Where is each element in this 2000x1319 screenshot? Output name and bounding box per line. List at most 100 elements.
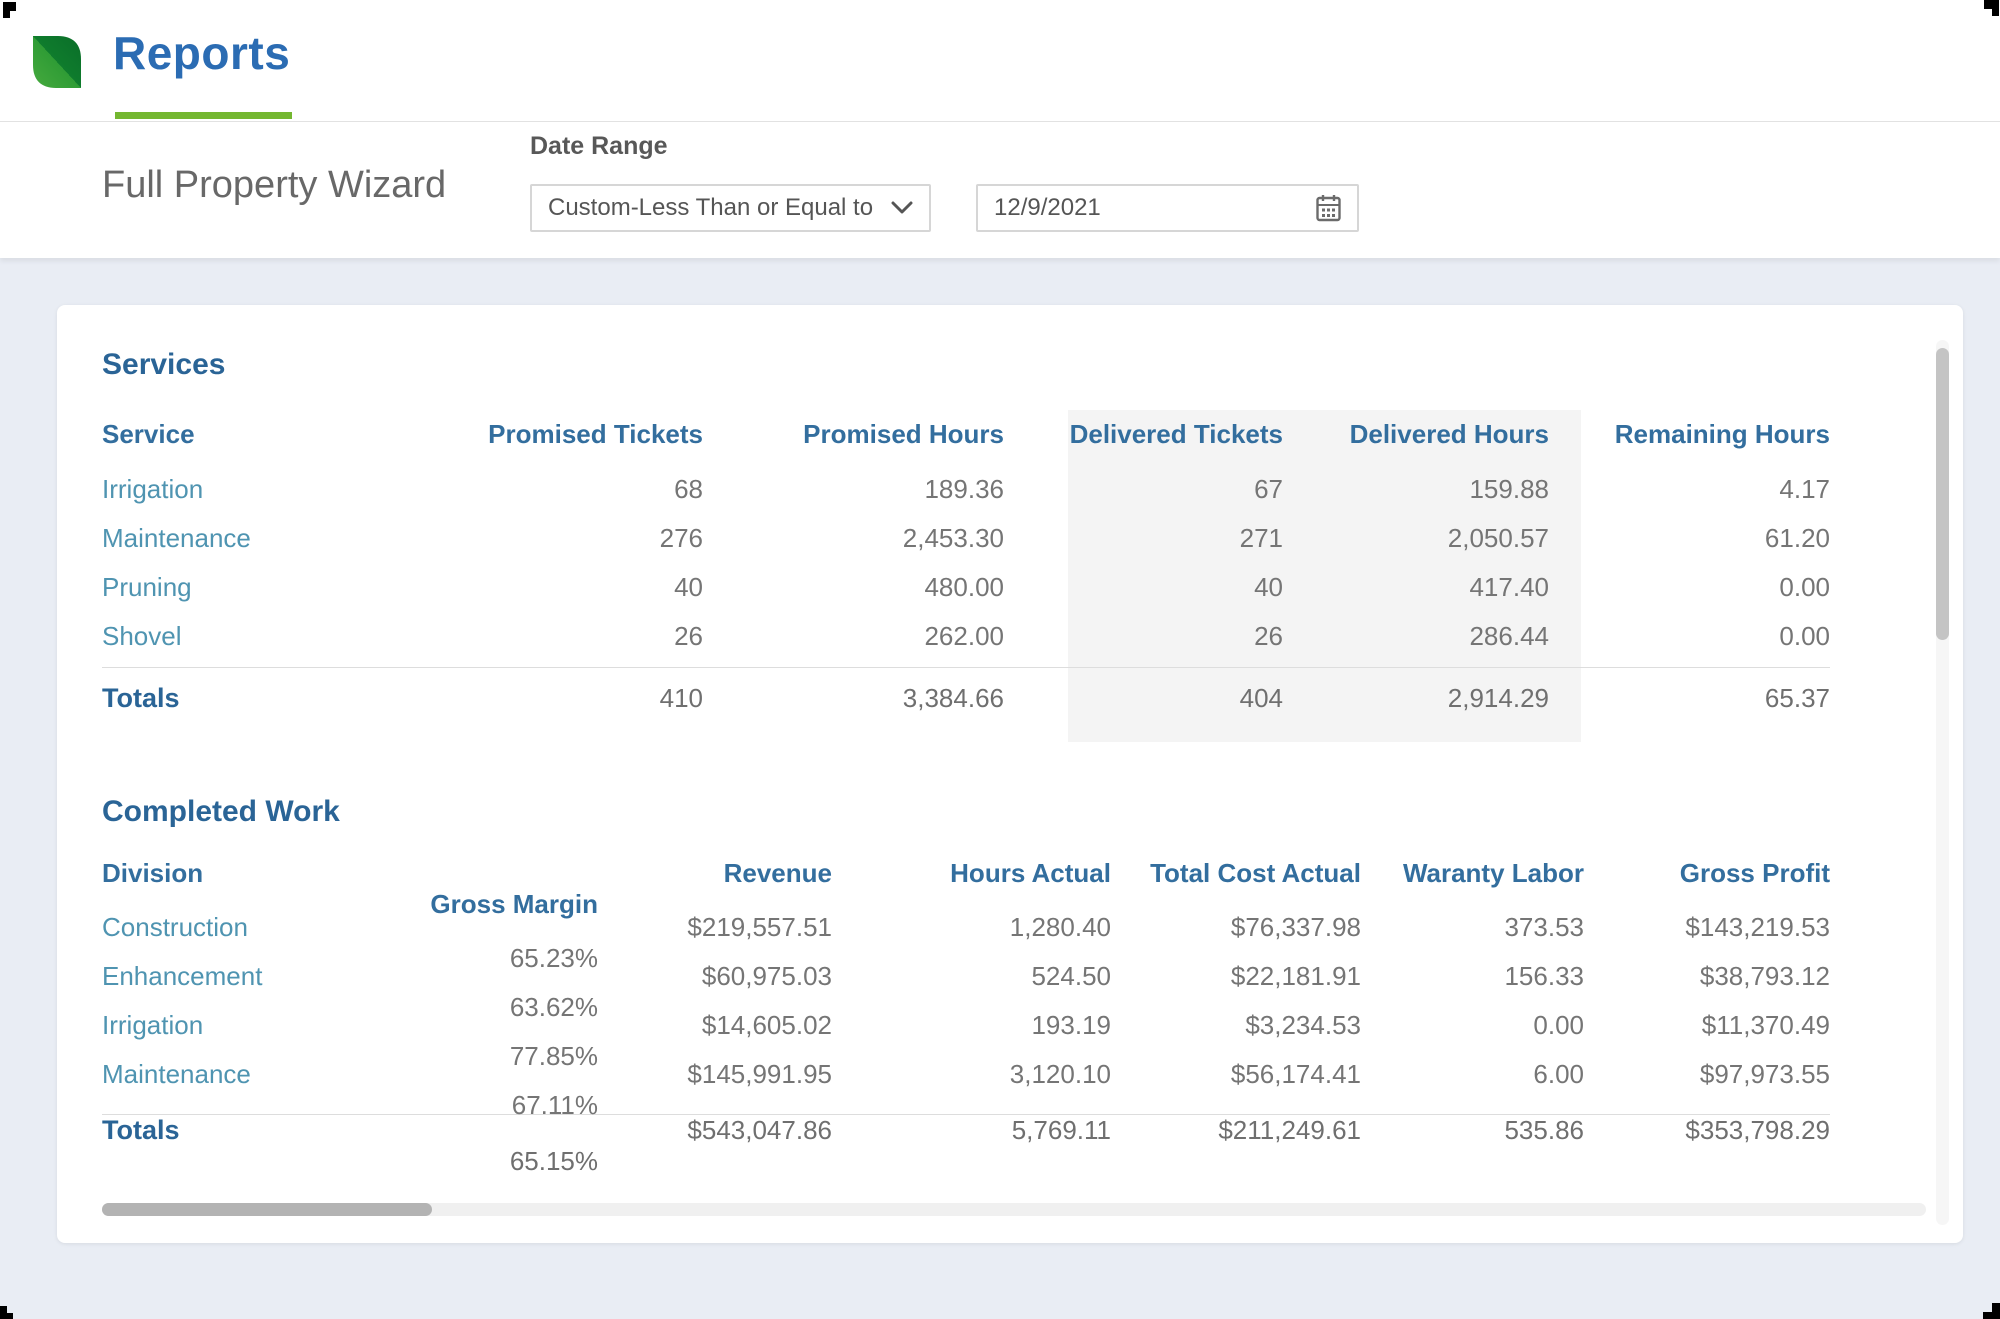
services-section-title: Services	[102, 347, 1830, 383]
date-range-label: Date Range	[530, 132, 668, 161]
cell-remaining-hours: 4.17	[1549, 474, 1830, 505]
date-value: 12/9/2021	[994, 194, 1101, 222]
column-header-delivered-hours: Delivered Hours	[1283, 419, 1549, 450]
completed-work-header-row: Division Revenue Hours Actual Total Cost…	[102, 858, 1830, 904]
leaf-logo-icon	[30, 33, 84, 91]
division-link[interactable]: Construction	[102, 912, 248, 942]
report-card: Services Service Promised Tickets Promis…	[57, 305, 1963, 1243]
table-row: Shovel 26 262.00 26 286.44 0.00	[102, 612, 1830, 661]
report-toolbar: Full Property Wizard Date Range Custom-L…	[0, 122, 2000, 258]
totals-label: Totals	[102, 683, 403, 714]
total-promised-tickets: 410	[403, 683, 703, 714]
horizontal-scrollbar-track[interactable]	[102, 1203, 1926, 1216]
cell-delivered-hours: 286.44	[1283, 621, 1549, 652]
total-promised-hours: 3,384.66	[703, 683, 1004, 714]
cell-waranty-labor: 373.53	[1361, 912, 1584, 943]
division-link[interactable]: Maintenance	[102, 1059, 251, 1089]
cell-promised-hours: 189.36	[703, 474, 1004, 505]
cell-promised-tickets: 68	[403, 474, 703, 505]
completed-work-totals-divider: Totals $543,047.86 5,769.11 $211,249.61 …	[102, 1114, 1830, 1175]
column-header-service: Service	[102, 419, 403, 450]
total-delivered-hours: 2,914.29	[1283, 683, 1549, 714]
total-hours-actual: 5,769.11	[832, 1115, 1111, 1146]
page-title: Full Property Wizard	[102, 164, 446, 207]
cell-promised-tickets: 276	[403, 523, 703, 554]
service-link[interactable]: Pruning	[102, 572, 192, 602]
cell-gross-profit: $38,793.12	[1584, 961, 1830, 992]
services-totals-divider: Totals 410 3,384.66 404 2,914.29 65.37	[102, 667, 1830, 728]
totals-row: Totals 410 3,384.66 404 2,914.29 65.37	[102, 668, 1830, 728]
column-header-waranty-labor: Waranty Labor	[1361, 858, 1584, 889]
crop-mark-bottom-right	[1983, 1312, 2000, 1319]
chevron-down-icon	[891, 201, 913, 215]
cell-delivered-tickets: 40	[1004, 572, 1283, 603]
cell-waranty-labor: 6.00	[1361, 1059, 1584, 1090]
cell-total-cost-actual: $3,234.53	[1111, 1010, 1361, 1041]
cell-delivered-hours: 417.40	[1283, 572, 1549, 603]
crop-mark-bottom-left	[0, 1306, 7, 1313]
service-link[interactable]: Irrigation	[102, 474, 203, 504]
crop-mark-top-left	[3, 11, 10, 18]
calendar-icon	[1316, 194, 1341, 222]
total-remaining-hours: 65.37	[1549, 683, 1830, 714]
service-link[interactable]: Maintenance	[102, 523, 251, 553]
cell-revenue: $60,975.03	[598, 961, 832, 992]
totals-label: Totals	[102, 1115, 598, 1146]
total-gross-margin: 65.15%	[102, 1146, 598, 1177]
completed-work-section-title: Completed Work	[102, 794, 1830, 830]
cell-gross-profit: $11,370.49	[1584, 1010, 1830, 1041]
total-gross-profit: $353,798.29	[1584, 1115, 1830, 1146]
column-header-division: Division	[102, 858, 598, 889]
cell-promised-hours: 2,453.30	[703, 523, 1004, 554]
cell-remaining-hours: 0.00	[1549, 572, 1830, 603]
cell-waranty-labor: 156.33	[1361, 961, 1584, 992]
cell-remaining-hours: 61.20	[1549, 523, 1830, 554]
cell-total-cost-actual: $22,181.91	[1111, 961, 1361, 992]
cell-delivered-tickets: 271	[1004, 523, 1283, 554]
total-waranty-labor: 535.86	[1361, 1115, 1584, 1146]
cell-revenue: $145,991.95	[598, 1059, 832, 1090]
crop-mark-top-right	[1984, 0, 1999, 9]
column-header-delivered-tickets: Delivered Tickets	[1004, 419, 1283, 450]
vertical-scrollbar-thumb[interactable]	[1936, 348, 1949, 640]
cell-gross-profit: $143,219.53	[1584, 912, 1830, 943]
cell-delivered-hours: 159.88	[1283, 474, 1549, 505]
cell-total-cost-actual: $56,174.41	[1111, 1059, 1361, 1090]
table-row: Irrigation $14,605.02 193.19 $3,234.53 0…	[102, 1010, 1830, 1059]
table-row: Pruning 40 480.00 40 417.40 0.00	[102, 563, 1830, 612]
cell-promised-tickets: 26	[403, 621, 703, 652]
completed-work-section: Completed Work Division Revenue Hours Ac…	[57, 728, 1963, 1175]
services-header-row: Service Promised Tickets Promised Hours …	[102, 411, 1830, 457]
column-header-hours-actual: Hours Actual	[832, 858, 1111, 889]
horizontal-scrollbar-thumb[interactable]	[102, 1203, 432, 1216]
cell-delivered-tickets: 67	[1004, 474, 1283, 505]
service-link[interactable]: Shovel	[102, 621, 182, 651]
division-link[interactable]: Irrigation	[102, 1010, 203, 1040]
cell-gross-profit: $97,973.55	[1584, 1059, 1830, 1090]
division-link[interactable]: Enhancement	[102, 961, 262, 991]
crop-mark-top-right	[1992, 9, 1999, 16]
cell-revenue: $14,605.02	[598, 1010, 832, 1041]
cell-hours-actual: 524.50	[832, 961, 1111, 992]
cell-total-cost-actual: $76,337.98	[1111, 912, 1361, 943]
totals-row: Totals $543,047.86 5,769.11 $211,249.61 …	[102, 1115, 1830, 1175]
top-app-bar: Reports	[0, 0, 2000, 122]
table-row: Enhancement $60,975.03 524.50 $22,181.91…	[102, 961, 1830, 1010]
vertical-scrollbar-track[interactable]	[1936, 340, 1949, 1225]
cell-remaining-hours: 0.00	[1549, 621, 1830, 652]
total-revenue: $543,047.86	[598, 1115, 832, 1146]
column-header-remaining-hours: Remaining Hours	[1549, 419, 1830, 450]
cell-waranty-labor: 0.00	[1361, 1010, 1584, 1041]
cell-promised-tickets: 40	[403, 572, 703, 603]
cell-hours-actual: 1,280.40	[832, 912, 1111, 943]
column-header-revenue: Revenue	[598, 858, 832, 889]
total-delivered-tickets: 404	[1004, 683, 1283, 714]
table-row: Irrigation 68 189.36 67 159.88 4.17	[102, 465, 1830, 514]
total-total-cost-actual: $211,249.61	[1111, 1115, 1361, 1146]
date-input[interactable]: 12/9/2021	[976, 184, 1359, 232]
cell-delivered-tickets: 26	[1004, 621, 1283, 652]
cell-promised-hours: 480.00	[703, 572, 1004, 603]
cell-delivered-hours: 2,050.57	[1283, 523, 1549, 554]
date-comparator-select[interactable]: Custom-Less Than or Equal to	[530, 184, 931, 232]
services-section: Services Service Promised Tickets Promis…	[57, 305, 1963, 728]
